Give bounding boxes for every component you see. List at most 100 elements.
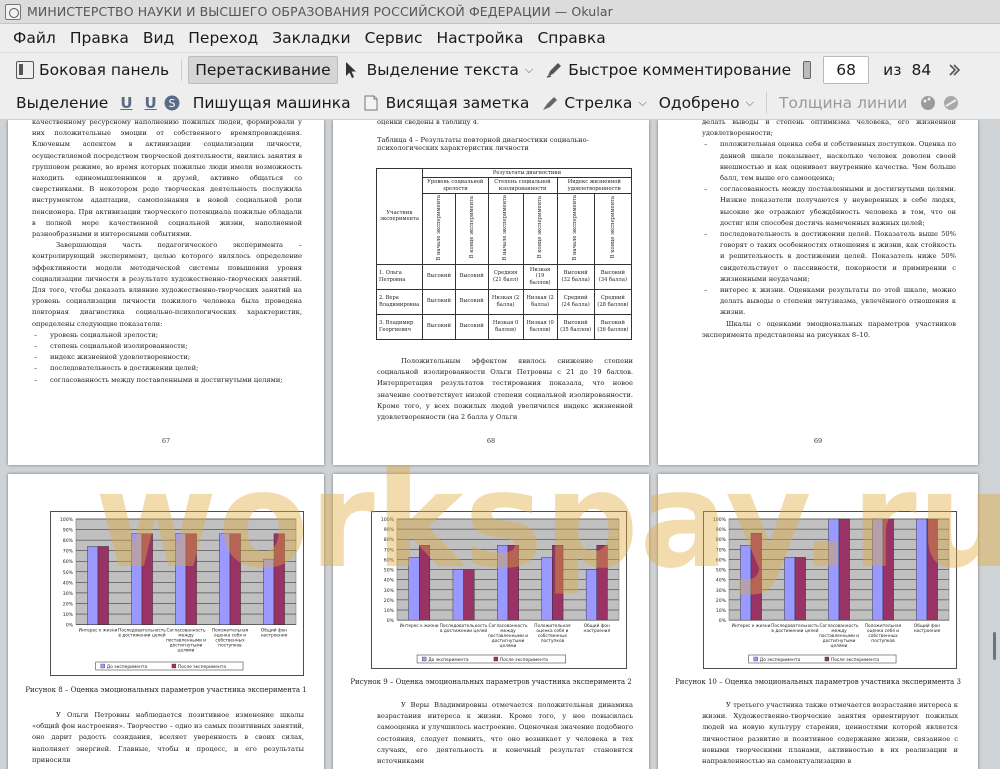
y-tick-label: 60%	[384, 557, 395, 563]
menu-file[interactable]: Файл	[6, 29, 63, 47]
legend-label: После эксперимента	[178, 664, 226, 670]
y-tick-label: 30%	[63, 591, 74, 597]
bar	[175, 533, 187, 625]
page-number-input[interactable]: 68	[823, 55, 870, 84]
menu-tools[interactable]: Сервис	[358, 29, 430, 47]
squiggle-underline-icon[interactable]: U	[145, 94, 157, 112]
sidebar-icon	[16, 60, 34, 79]
page-text: оценки сведены в таблицу 4. Таблица 4 – …	[377, 120, 627, 152]
y-tick-label: 0%	[66, 623, 74, 629]
list-item: согласованность между поставленными и до…	[32, 375, 302, 386]
bar	[750, 532, 762, 621]
y-tick-label: 30%	[716, 588, 727, 594]
sidebar-button-label: Боковая панель	[39, 60, 170, 79]
menu-edit[interactable]: Правка	[63, 29, 136, 47]
y-tick-label: 40%	[63, 580, 74, 586]
table-cell: Высокий	[454, 263, 489, 290]
vertical-scrollbar[interactable]	[990, 120, 998, 769]
okular-app-icon[interactable]	[5, 3, 21, 20]
more-icon[interactable]	[941, 56, 967, 84]
list-item: согласованность между поставленными и до…	[702, 184, 956, 229]
scrollbar-thumb[interactable]	[993, 632, 996, 660]
strikeout-icon[interactable]: S	[163, 94, 181, 112]
page-text: У Ольги Петровны наблюдается позитивное …	[32, 710, 304, 766]
chart-figure-9: 0% 10% 20% 30% 40% 50% 60% 70% 80% 90% 100% Интерес…	[371, 511, 627, 669]
legend-label: После эксперимента	[500, 657, 548, 663]
paragraph: У третьего участника также отмечается во…	[702, 701, 958, 766]
x-tick-label: Последовательность в достижении целей	[771, 623, 819, 634]
list-item: последовательность в достижении целей;	[32, 363, 302, 374]
text-select-button[interactable]: Выделение текста ⌵	[338, 56, 540, 84]
menu-bookmarks[interactable]: Закладки	[265, 29, 357, 47]
bar	[794, 557, 806, 621]
chevron-down-icon[interactable]: ⌵	[638, 96, 646, 110]
chart-figure-8: 0% 10% 20% 30% 40% 50% 60% 70% 80% 90% 100% Интерес…	[50, 511, 304, 676]
page-69: делать выводы и степень оптимизма челове…	[658, 120, 978, 465]
window-title: МИНИСТЕРСТВО НАУКИ И ВЫСШЕГО ОБРАЗОВАНИЯ…	[27, 4, 613, 19]
x-tick-label-line: Интерес к жизни	[400, 623, 439, 629]
typewriter-tool[interactable]: Пишущая машинка	[187, 89, 357, 117]
page-navigator: 68 из 84	[797, 55, 937, 84]
y-tick-label: 100%	[381, 517, 395, 523]
table-subheader: В начале эксперимента	[487, 192, 524, 265]
list-item: степень социальной изолированности;	[32, 341, 302, 352]
results-table: Участник эксперимента Результаты диагнос…	[376, 167, 633, 340]
page-text: Положительным эффектом явилось снижение …	[377, 356, 633, 423]
opacity-icon[interactable]	[942, 94, 960, 112]
x-tick-label-line: в достижении целей	[771, 627, 818, 634]
page-67: качественному ресурсному наполнению пожи…	[8, 120, 324, 465]
bar	[916, 518, 928, 621]
quick-comment-button[interactable]: Быстрое комментирование	[539, 56, 797, 84]
stamp-tool[interactable]: Одобрено ⌵	[653, 89, 760, 117]
bar	[229, 533, 241, 625]
y-tick-label: 0%	[719, 618, 727, 624]
sidebar-button[interactable]: Боковая панель	[10, 56, 175, 84]
y-tick-label: 80%	[384, 537, 395, 543]
color-icon[interactable]	[919, 94, 937, 112]
page-72: 0% 10% 20% 30% 40% 50% 60% 70% 80% 90% 100% Интерес…	[658, 474, 978, 769]
x-tick-label: Общий фон настроения	[261, 627, 288, 639]
bar	[882, 518, 894, 621]
line-width-control[interactable]: Толщина линии	[773, 89, 913, 117]
menu-help[interactable]: Справка	[530, 29, 612, 47]
x-tick-label: Общий фон настроения	[584, 622, 611, 634]
paragraph: Шкалы с оценками эмоциональных параметро…	[702, 319, 956, 339]
table-cell: Средний (28 баллов)	[593, 288, 633, 315]
bar-chart: 0% 10% 20% 30% 40% 50% 60% 70% 80% 90% 100% Интерес…	[703, 511, 957, 669]
arrow-label: Стрелка	[564, 93, 633, 112]
note-icon	[363, 94, 381, 112]
legend-swatch	[753, 656, 758, 662]
drag-mode-button[interactable]: Перетаскивание	[188, 55, 338, 84]
note-tool[interactable]: Висящая заметка	[357, 89, 536, 117]
legend-label: До эксперимента	[760, 657, 801, 663]
underline-icon[interactable]: U	[120, 94, 132, 112]
bar	[141, 533, 153, 625]
legend-swatch	[422, 656, 427, 662]
bar	[408, 557, 420, 621]
legend-swatch	[493, 656, 499, 662]
table-cell: Высокий	[454, 288, 489, 315]
page-number: 68	[486, 437, 496, 445]
menu-view[interactable]: Вид	[136, 29, 181, 47]
selection-tool[interactable]: Выделение	[10, 89, 114, 117]
figure-caption: Рисунок 8 – Оценка эмоциональных парамет…	[25, 686, 307, 694]
chevron-down-icon[interactable]: ⌵	[525, 63, 533, 77]
title-bar[interactable]: МИНИСТЕРСТВО НАУКИ И ВЫСШЕГО ОБРАЗОВАНИЯ…	[0, 0, 1000, 24]
menu-go[interactable]: Переход	[181, 29, 265, 47]
table-cell: Высокий	[454, 313, 489, 340]
y-tick-label: 20%	[384, 598, 395, 604]
document-viewport[interactable]: качественному ресурсному наполнению пожи…	[0, 120, 1000, 769]
bar	[97, 546, 109, 625]
x-tick-label-line: Интерес к жизни	[79, 628, 118, 634]
legend-label: После эксперимента	[831, 657, 879, 663]
bar	[452, 569, 464, 621]
bar	[185, 533, 197, 625]
page-slider-icon[interactable]	[803, 60, 812, 79]
arrow-tool[interactable]: Стрелка ⌵	[535, 89, 652, 117]
page-71: 0% 10% 20% 30% 40% 50% 60% 70% 80% 90% 100% Интерес…	[333, 474, 649, 769]
x-tick-label-line: целями	[178, 649, 195, 654]
chevron-down-icon[interactable]: ⌵	[746, 96, 754, 110]
menu-settings[interactable]: Настройка	[430, 29, 531, 47]
y-tick-label: 70%	[63, 549, 74, 555]
page-68: оценки сведены в таблицу 4. Таблица 4 – …	[333, 120, 649, 465]
